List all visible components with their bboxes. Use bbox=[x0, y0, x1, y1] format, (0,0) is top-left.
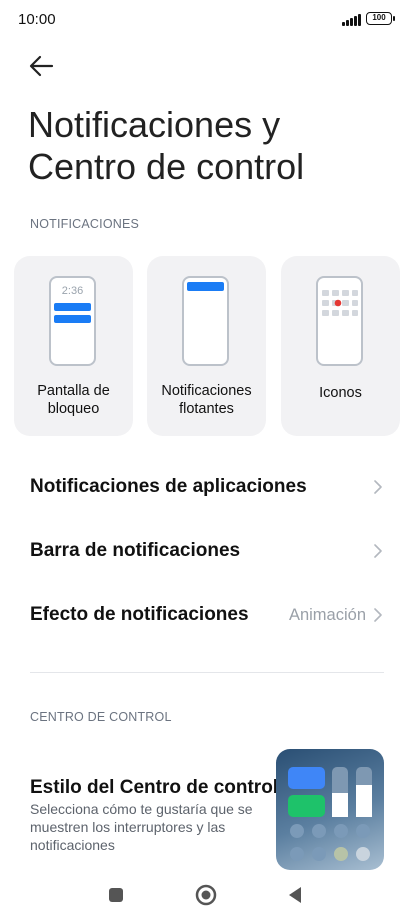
arrow-left-icon bbox=[29, 55, 54, 77]
floating-notification-preview-icon bbox=[182, 276, 229, 366]
row-value: Animación bbox=[288, 606, 366, 624]
preview-time: 2:36 bbox=[61, 285, 84, 297]
home-button[interactable] bbox=[191, 880, 221, 910]
battery-icon: 100 bbox=[366, 12, 395, 25]
row-label: Efecto de notificaciones bbox=[30, 604, 249, 625]
row-control-center-style[interactable]: Estilo del Centro de control Selecciona … bbox=[0, 745, 414, 870]
divider bbox=[30, 672, 384, 673]
icon-badge-preview-icon bbox=[316, 276, 363, 366]
card-label-icons: Iconos bbox=[319, 385, 362, 401]
card-lock-screen[interactable]: 2:36 Pantalla de bloqueo bbox=[14, 256, 133, 436]
recents-button[interactable] bbox=[101, 880, 131, 910]
system-nav-bar bbox=[0, 870, 414, 920]
card-icons[interactable]: Iconos bbox=[281, 256, 400, 436]
card-label-floating: Notificaciones flotantes bbox=[161, 383, 252, 417]
card-floating-notifications[interactable]: Notificaciones flotantes bbox=[147, 256, 266, 436]
back-nav-button[interactable] bbox=[281, 880, 311, 910]
chevron-right-icon bbox=[374, 544, 382, 558]
chevron-right-icon bbox=[374, 608, 382, 622]
row-label: Notificaciones de aplicaciones bbox=[30, 476, 307, 497]
page-title: Notificaciones y Centro de control bbox=[28, 104, 305, 187]
row-notification-bar[interactable]: Barra de notificaciones bbox=[0, 523, 414, 579]
square-icon bbox=[109, 888, 123, 902]
style-title: Estilo del Centro de control bbox=[30, 777, 279, 798]
section-label-notifications: NOTIFICACIONES bbox=[30, 217, 140, 231]
circle-icon bbox=[195, 884, 217, 906]
signal-icon bbox=[342, 14, 362, 26]
row-label: Barra de notificaciones bbox=[30, 540, 241, 561]
status-time: 10:00 bbox=[18, 11, 56, 28]
row-notification-effect[interactable]: Efecto de notificaciones Animación bbox=[0, 587, 414, 643]
lock-screen-preview-icon: 2:36 bbox=[49, 276, 96, 366]
control-center-preview-icon bbox=[276, 749, 384, 870]
card-label-lock-screen: Pantalla de bloqueo bbox=[37, 383, 110, 417]
row-app-notifications[interactable]: Notificaciones de aplicaciones bbox=[0, 459, 414, 515]
back-button[interactable] bbox=[26, 52, 58, 80]
notification-style-cards: 2:36 Pantalla de bloqueo Notificaciones … bbox=[14, 256, 400, 436]
triangle-left-icon bbox=[289, 887, 301, 903]
section-label-control-center: CENTRO DE CONTROL bbox=[30, 710, 172, 724]
style-description: Selecciona cómo te gustaría que se muest… bbox=[30, 801, 253, 853]
chevron-right-icon bbox=[374, 480, 382, 494]
status-bar: 10:00 100 bbox=[0, 0, 414, 40]
